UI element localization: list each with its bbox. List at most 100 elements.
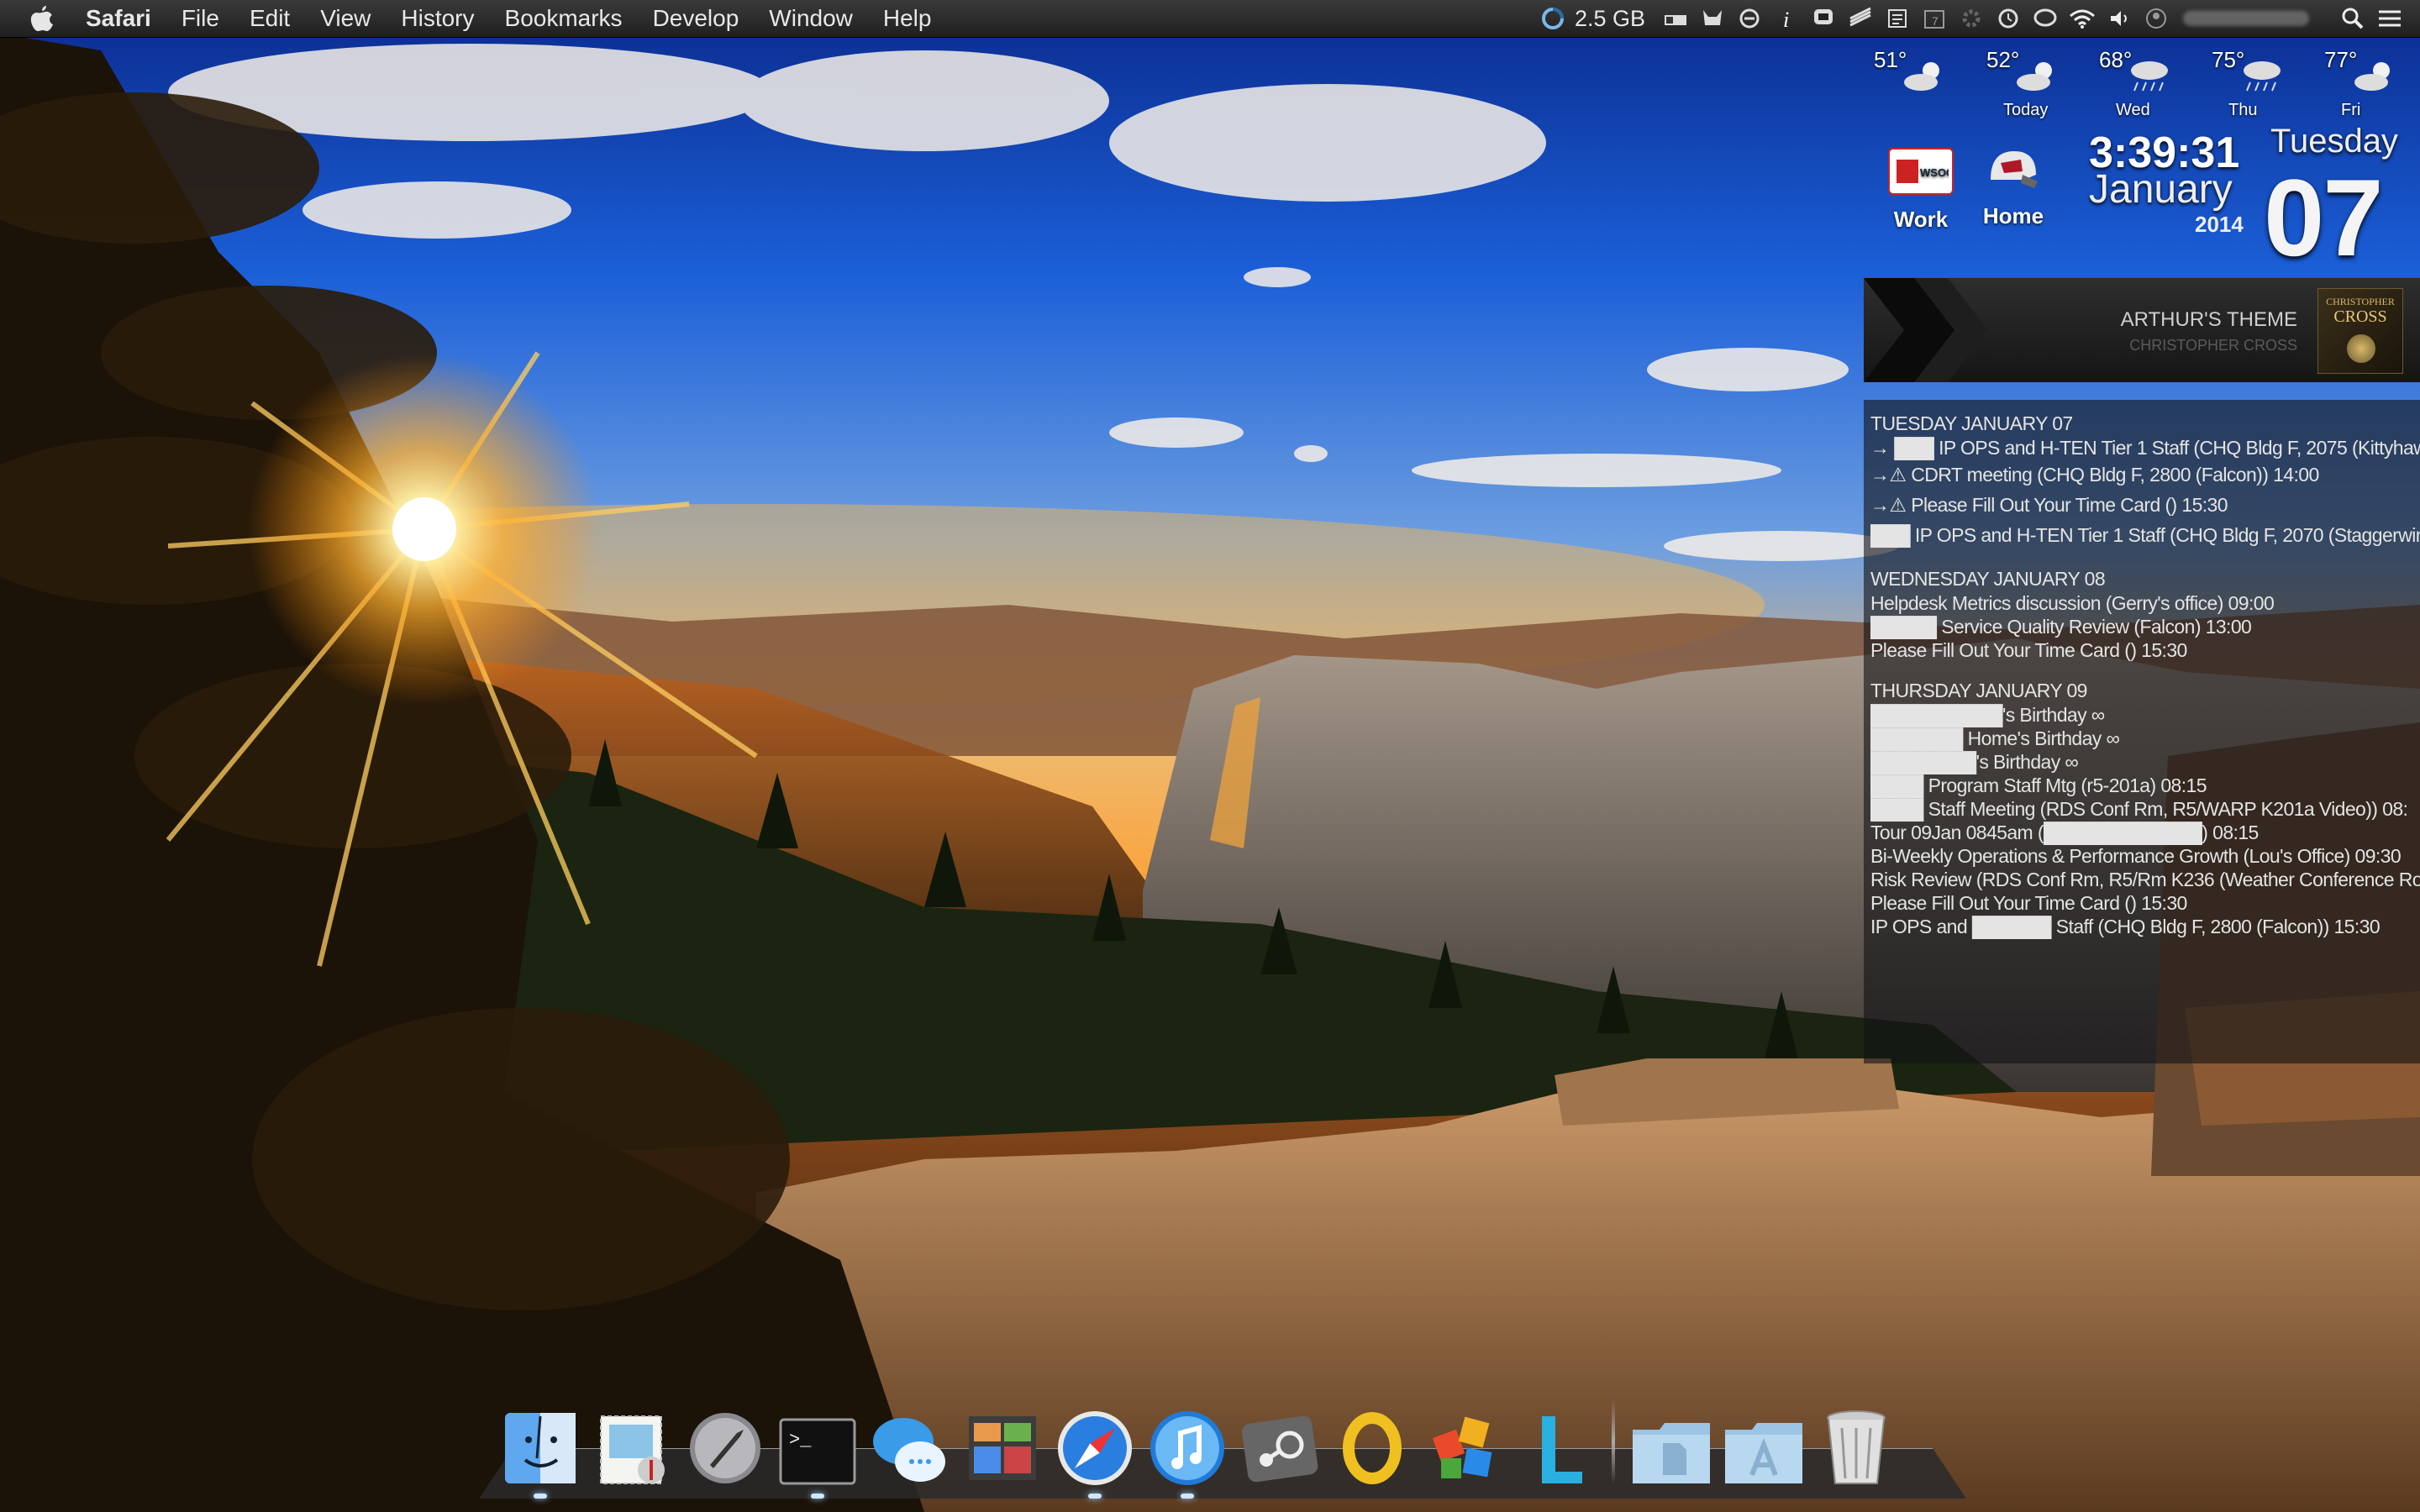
calendar-icon[interactable]: 7 <box>1916 0 1953 37</box>
agenda-day-header: WEDNESDAY JANUARY 08 <box>1870 568 2106 590</box>
weather-day-name: Thu <box>2228 101 2258 119</box>
info-icon[interactable]: i <box>1768 0 1805 37</box>
agenda-day: WEDNESDAY JANUARY 08 Helpdesk Metrics di… <box>1864 567 2420 662</box>
track-title: ARTHUR'S THEME <box>2120 308 2297 331</box>
album-art: CHRISTOPHER CROSS <box>2317 288 2403 374</box>
weather-day: 68° Wed <box>2082 47 2183 123</box>
agenda-event: →⚠ CDRT meeting (CHQ Bldg F, 2800 (Falco… <box>1870 464 2319 486</box>
user-account-icon[interactable] <box>2138 0 2175 37</box>
steam-icon[interactable] <box>1235 1394 1324 1488</box>
agenda-event: IP OPS and ██████ Staff (CHQ Bldg F, 280… <box>1870 916 2381 937</box>
layers-icon[interactable] <box>1842 0 1879 37</box>
agenda-day-header: TUESDAY JANUARY 07 <box>1870 412 2073 434</box>
safari-compass-icon[interactable] <box>1050 1394 1139 1499</box>
mail-stamp-icon[interactable] <box>588 1394 677 1488</box>
agenda-event: ████ Program Staff Mtg (r5-201a) 08:15 <box>1870 774 2207 796</box>
wifi-icon[interactable] <box>2064 0 2101 37</box>
album-art-emblem <box>2347 334 2375 363</box>
menu-edit[interactable]: Edit <box>234 0 305 37</box>
menu-help[interactable]: Help <box>868 0 947 37</box>
weather-day-name: Wed <box>2116 101 2150 119</box>
weather-day: 52° Today <box>1970 47 2070 123</box>
running-indicator <box>534 1494 547 1499</box>
itunes-icon[interactable] <box>1143 1394 1232 1499</box>
track-artist: CHRISTOPHER CROSS <box>2129 337 2297 354</box>
agenda-day-header: THURSDAY JANUARY 09 <box>1870 680 2087 701</box>
volume-icon[interactable] <box>2101 0 2138 37</box>
menu-file[interactable]: File <box>166 0 234 37</box>
weather-day: 51° <box>1857 47 1958 123</box>
gear-icon[interactable] <box>1953 0 1990 37</box>
outlook-icon[interactable] <box>1328 1394 1417 1488</box>
running-indicator <box>811 1494 824 1499</box>
now-playing-widget[interactable]: ARTHUR'S THEME CHRISTOPHER CROSS CHRISTO… <box>1864 277 2420 382</box>
work-shortcut[interactable]: WSOC Work <box>1879 148 1963 233</box>
status-menus: 2.5 GB i 7 <box>1534 0 2420 37</box>
agenda-event: ████ Staff Meeting (RDS Conf Rm, R5/WARP… <box>1870 798 2408 820</box>
chat-bubble-icon[interactable] <box>1805 0 1842 37</box>
svg-text:7: 7 <box>1932 14 1939 28</box>
menu-bar: Safari File Edit View History Bookmarks … <box>0 0 2420 38</box>
agenda-event: →⚠ Please Fill Out Your Time Card () 15:… <box>1870 494 2228 516</box>
documents-folder-icon[interactable] <box>1627 1394 1716 1488</box>
trash-icon[interactable] <box>1812 1394 1901 1488</box>
display-icon[interactable] <box>1657 0 1694 37</box>
menu-view[interactable]: View <box>305 0 386 37</box>
search-icon[interactable] <box>2334 0 2371 37</box>
album-art-text-main: CROSS <box>2333 307 2387 326</box>
cat-icon[interactable] <box>1694 0 1731 37</box>
menu-window[interactable]: Window <box>754 0 868 37</box>
weather-day-name: Fri <box>2341 101 2361 119</box>
notes-icon[interactable] <box>1879 0 1916 37</box>
user-name-redacted[interactable] <box>2183 11 2309 26</box>
partly-cloudy-icon <box>2354 62 2390 91</box>
apple-icon[interactable] <box>29 0 62 37</box>
weather-day: 75° Thu <box>2195 47 2296 123</box>
time-machine-icon[interactable] <box>1990 0 2027 37</box>
chevron-right-icon <box>1864 278 1988 382</box>
menu-history[interactable]: History <box>386 0 489 37</box>
home-label: Home <box>1982 203 2044 228</box>
menu-bookmarks[interactable]: Bookmarks <box>490 0 638 37</box>
list-icon[interactable] <box>2371 0 2408 37</box>
svg-text:i: i <box>1783 8 1789 30</box>
partly-cloudy-icon <box>2017 62 2052 91</box>
agenda-event: ██████████'s Birthday ∞ <box>1870 704 2105 726</box>
helmet-icon <box>1982 148 2044 192</box>
applications-folder-icon[interactable] <box>1719 1394 1808 1488</box>
memory-gauge-icon[interactable] <box>1534 0 1571 37</box>
memory-readout[interactable]: 2.5 GB <box>1571 6 1657 32</box>
photo-stack-icon[interactable] <box>958 1394 1047 1488</box>
rain-icon <box>2131 61 2168 92</box>
office-cube-icon[interactable] <box>1420 1394 1509 1488</box>
messages-icon[interactable] <box>2027 0 2064 37</box>
lync-icon[interactable] <box>1512 1394 1602 1488</box>
agenda-event: █████ Service Quality Review (Falcon) 13… <box>1870 616 2252 638</box>
terminal-icon[interactable]: >_ <box>773 1394 862 1499</box>
svg-text:>_: >_ <box>789 1430 812 1451</box>
clock-year: 2014 <box>2195 212 2244 237</box>
agenda-event: ████████'s Birthday ∞ <box>1870 751 2079 773</box>
wsoc-logo-icon: WSOC <box>1888 148 1954 195</box>
menu-safari[interactable]: Safari <box>62 0 166 37</box>
partly-cloudy-icon <box>1904 62 1939 91</box>
svg-text:WSOC: WSOC <box>1920 166 1949 179</box>
weather-day: 77° Fri <box>2307 47 2408 123</box>
menu-develop[interactable]: Develop <box>638 0 755 37</box>
agenda-event: Tour 09Jan 0845am (████████████) 08:15 <box>1870 822 2259 843</box>
finder-icon[interactable] <box>496 1394 585 1499</box>
messages-icon[interactable] <box>865 1394 955 1488</box>
album-art-text-top: CHRISTOPHER <box>2326 296 2395 307</box>
agenda-day: THURSDAY JANUARY 09 ██████████'s Birthda… <box>1864 679 2420 938</box>
home-shortcut[interactable]: Home <box>1971 148 2055 229</box>
clock-day-number: 07 <box>2264 156 2384 279</box>
running-indicator <box>1181 1494 1194 1499</box>
sync-icon[interactable] <box>1731 0 1768 37</box>
weather-day-name: Today <box>2003 101 2049 119</box>
agenda-event: → ███ IP OPS and H-TEN Tier 1 Staff (CHQ… <box>1870 437 2420 459</box>
agenda-event: Please Fill Out Your Time Card () 15:30 <box>1870 639 2187 661</box>
launchpad-rocket-icon[interactable] <box>681 1394 770 1488</box>
calendar-agenda: TUESDAY JANUARY 07 → ███ IP OPS and H-TE… <box>1864 400 2420 1063</box>
agenda-event: Please Fill Out Your Time Card () 15:30 <box>1870 892 2187 914</box>
running-indicator <box>1088 1494 1102 1499</box>
